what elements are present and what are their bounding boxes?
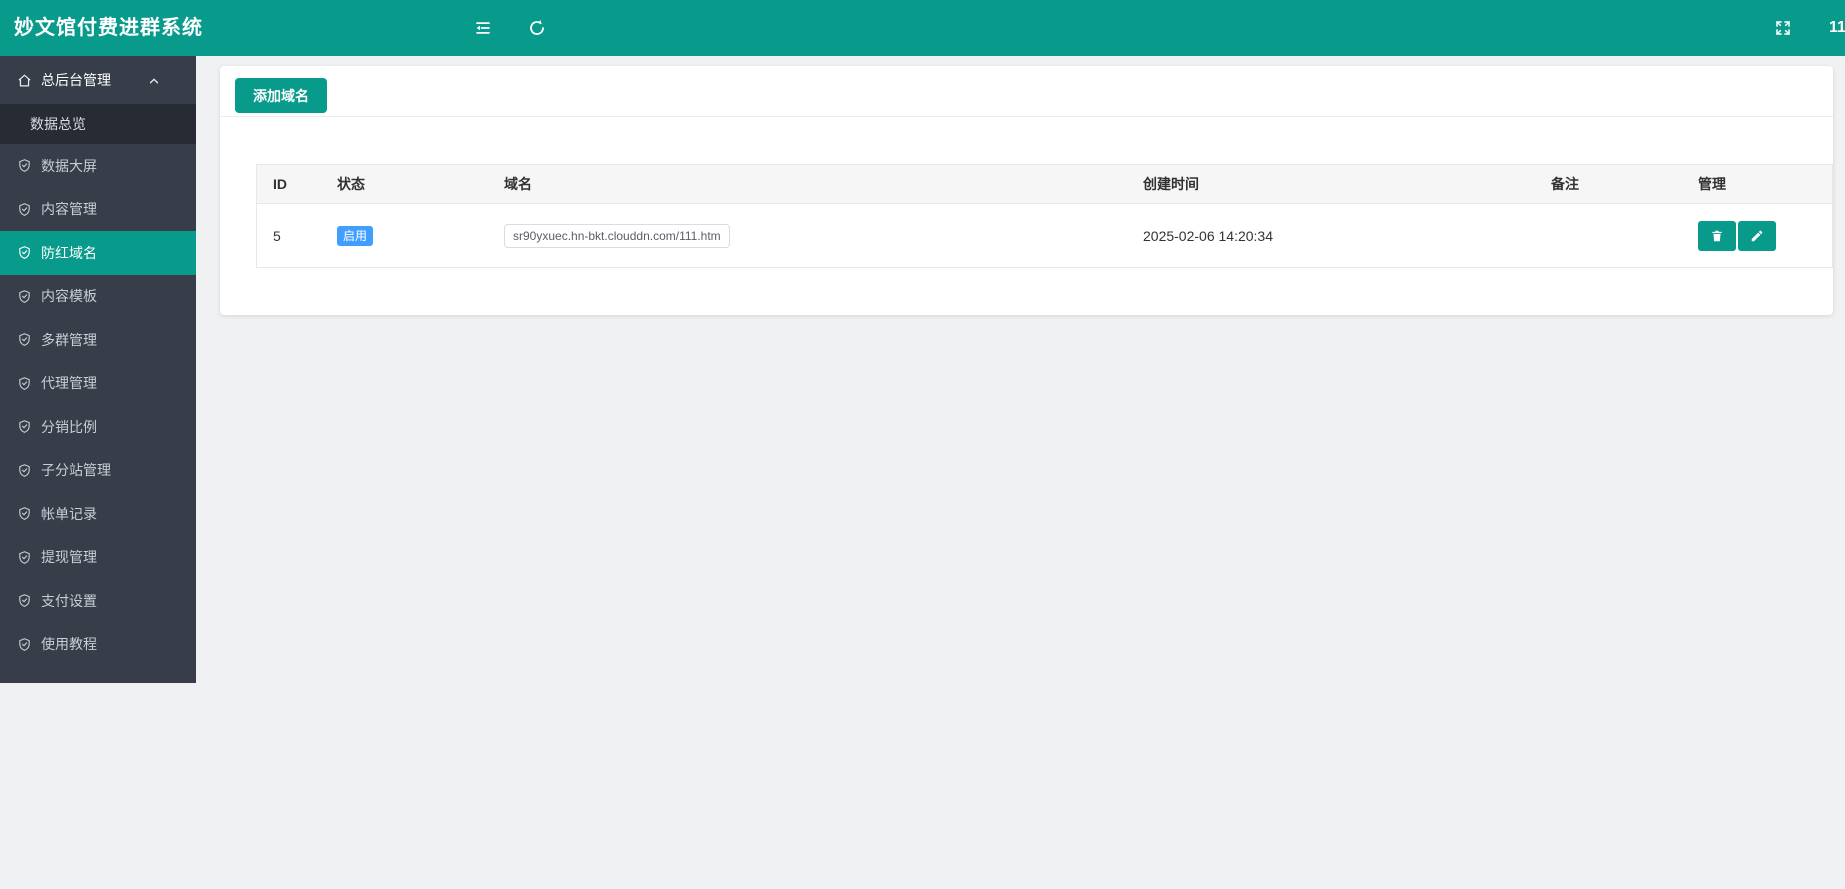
column-header-id: ID: [273, 176, 287, 192]
domains-table: ID 状态 域名 创建时间 备注 管理 5 启用 sr90yxuec.hn-bk…: [256, 164, 1833, 268]
sidebar-item-label: 多群管理: [41, 331, 97, 348]
shield-check-icon: [17, 376, 32, 391]
column-header-domain: 域名: [504, 176, 532, 192]
cell-created: 2025-02-06 14:20:34: [1143, 227, 1273, 244]
domain-url-field[interactable]: sr90yxuec.hn-bkt.clouddn.com/111.htm: [504, 223, 730, 248]
cell-status: 启用: [321, 204, 488, 267]
card-toolbar: 添加域名: [220, 66, 1833, 117]
shield-check-icon: [17, 637, 32, 652]
content-card: 添加域名 ID 状态 域名 创建时间 备注 管理 5 启用 sr90yxuec.…: [220, 66, 1833, 315]
sidebar-item-label: 总后台管理: [41, 72, 111, 88]
column-header-created: 创建时间: [1143, 176, 1199, 192]
sidebar-item-label: 分销比例: [41, 418, 97, 435]
delete-domain-button[interactable]: [1698, 220, 1736, 251]
pencil-icon: [1750, 229, 1764, 243]
fold-sidebar-button[interactable]: [474, 19, 492, 37]
sidebar-item-label: 使用教程: [41, 636, 97, 653]
sidebar-item-label: 数据大屏: [41, 157, 97, 174]
chevron-up-icon: [148, 74, 160, 86]
shield-check-icon: [17, 463, 32, 478]
cell-manage: [1682, 204, 1832, 267]
sidebar-item-data-overview[interactable]: 数据总览: [0, 104, 196, 144]
add-domain-button[interactable]: 添加域名: [235, 78, 327, 113]
header-clock-text: 11: [1829, 19, 1845, 36]
sidebar-item-label: 支付设置: [41, 592, 97, 609]
app-title: 妙文馆付费进群系统: [14, 17, 203, 39]
sidebar-item-帐单记录[interactable]: 帐单记录: [0, 492, 196, 536]
cell-remark: [1535, 204, 1682, 267]
shield-check-icon: [17, 550, 32, 565]
cell-id: 5: [273, 227, 281, 244]
shield-check-icon: [17, 419, 32, 434]
sidebar-item-支付设置[interactable]: 支付设置: [0, 579, 196, 623]
sidebar-item-使用教程[interactable]: 使用教程: [0, 623, 196, 667]
sidebar-item-提现管理[interactable]: 提现管理: [0, 536, 196, 580]
table-row: 5 启用 sr90yxuec.hn-bkt.clouddn.com/111.ht…: [257, 204, 1832, 267]
sidebar-item-label: 子分站管理: [41, 462, 111, 479]
sidebar-item-分销比例[interactable]: 分销比例: [0, 405, 196, 449]
column-header-manage: 管理: [1698, 176, 1726, 192]
top-header-bar: 妙文馆付费进群系统 11: [0, 0, 1845, 56]
app-root: 妙文馆付费进群系统 11 总后台管理 数据总览 数据大屏 内容管理 防红域名 内…: [0, 0, 1845, 889]
shield-check-icon: [17, 332, 32, 347]
status-badge: 启用: [337, 225, 374, 246]
sidebar-item-label: 代理管理: [41, 375, 97, 392]
home-icon: [17, 73, 32, 88]
edit-domain-button[interactable]: [1738, 220, 1776, 251]
sidebar-nav: 总后台管理 数据总览 数据大屏 内容管理 防红域名 内容模板 多群管理 代理管理…: [0, 56, 196, 683]
fullscreen-button[interactable]: [1774, 19, 1792, 37]
shield-check-icon: [17, 202, 32, 217]
sidebar-item-label: 帐单记录: [41, 505, 97, 522]
sidebar-item-内容管理[interactable]: 内容管理: [0, 188, 196, 232]
trash-icon: [1710, 229, 1724, 243]
shield-check-icon: [17, 593, 32, 608]
shield-check-icon: [17, 158, 32, 173]
shield-check-icon: [17, 289, 32, 304]
column-header-status: 状态: [337, 176, 365, 192]
table-header-row: ID 状态 域名 创建时间 备注 管理: [257, 165, 1832, 204]
sidebar-item-子分站管理[interactable]: 子分站管理: [0, 449, 196, 493]
sidebar-item-label: 内容管理: [41, 201, 97, 218]
shield-check-icon: [17, 245, 32, 260]
sidebar-item-内容模板[interactable]: 内容模板: [0, 275, 196, 319]
fullscreen-icon: [1774, 19, 1792, 37]
sidebar-item-防红域名[interactable]: 防红域名: [0, 231, 196, 275]
shield-check-icon: [17, 506, 32, 521]
refresh-icon: [528, 19, 546, 37]
sidebar-item-label: 提现管理: [41, 549, 97, 566]
sidebar-item-admin-root[interactable]: 总后台管理: [0, 56, 196, 104]
sidebar-item-label: 防红域名: [41, 244, 97, 261]
sidebar-item-代理管理[interactable]: 代理管理: [0, 362, 196, 406]
column-header-remark: 备注: [1551, 176, 1579, 192]
sidebar-item-多群管理[interactable]: 多群管理: [0, 318, 196, 362]
sidebar-item-label: 内容模板: [41, 288, 97, 305]
sidebar-item-label: 数据总览: [30, 116, 86, 132]
refresh-button[interactable]: [528, 19, 546, 37]
cell-domain: sr90yxuec.hn-bkt.clouddn.com/111.htm: [488, 204, 1127, 267]
fold-menu-icon: [474, 19, 492, 37]
sidebar-item-数据大屏[interactable]: 数据大屏: [0, 144, 196, 188]
